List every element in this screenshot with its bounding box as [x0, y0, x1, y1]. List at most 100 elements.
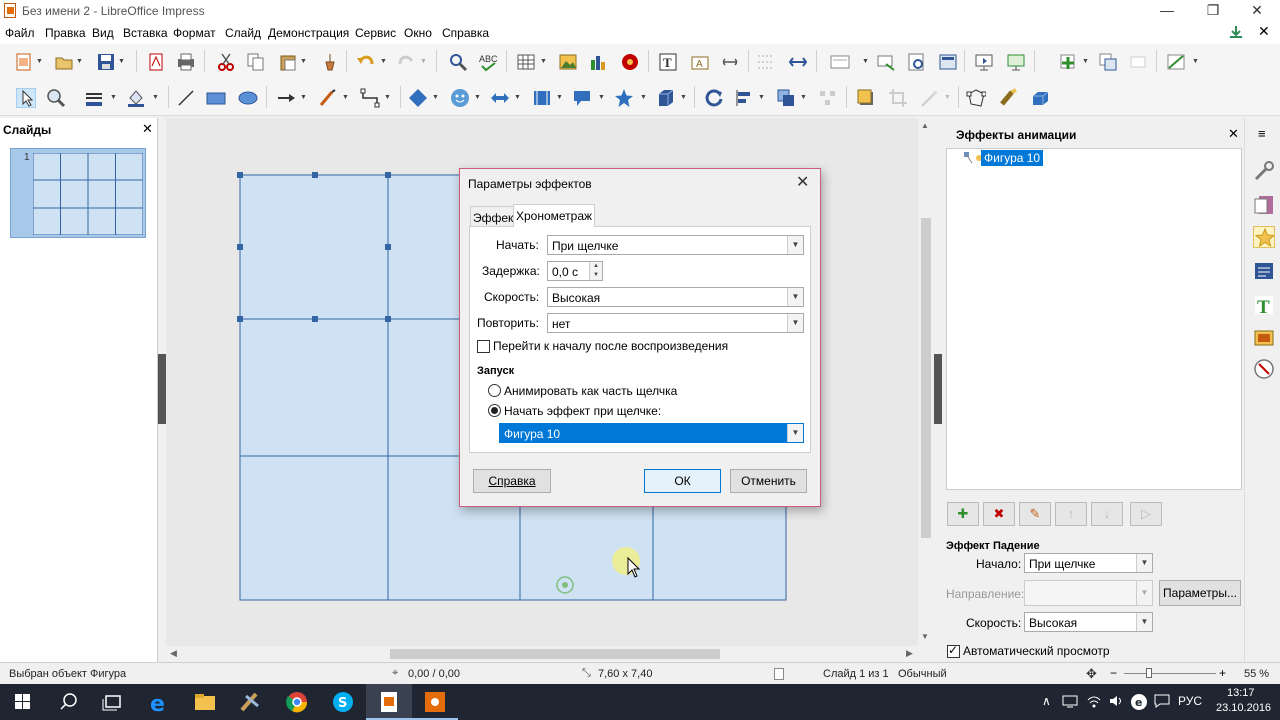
start-select[interactable]: При щелчке ▼	[1024, 553, 1153, 573]
search-icon[interactable]	[46, 684, 92, 720]
basic-shapes-icon[interactable]	[408, 88, 428, 108]
recorder-app-task[interactable]	[412, 684, 458, 720]
scroll-down-icon[interactable]: ▼	[921, 632, 929, 641]
find-replace-icon[interactable]	[448, 52, 468, 72]
gallery-deck-icon[interactable]	[1253, 326, 1275, 348]
input-language[interactable]: РУС	[1178, 694, 1202, 708]
menu-tools[interactable]: Сервис	[355, 26, 396, 40]
help-button[interactable]: Справка	[473, 469, 551, 493]
table-dropdown-icon[interactable]: ▼	[540, 52, 548, 72]
edit-effect-button[interactable]: ✎	[1019, 502, 1051, 526]
shadow-icon[interactable]	[856, 88, 876, 108]
3d-objects-dropdown-icon[interactable]: ▼	[680, 88, 688, 108]
animate-as-part-of-click-radio[interactable]	[488, 384, 501, 397]
status-zoom[interactable]: 55 %	[1244, 668, 1269, 680]
align-icon[interactable]	[734, 88, 754, 108]
vertical-scroll-thumb[interactable]	[921, 218, 931, 538]
close-document-icon[interactable]: ✕	[1258, 23, 1270, 40]
menu-insert[interactable]: Вставка	[123, 26, 168, 40]
menu-slideshow[interactable]: Демонстрация	[268, 26, 349, 40]
line-color-dropdown-icon[interactable]: ▼	[110, 88, 118, 108]
save-dropdown-icon[interactable]: ▼	[118, 52, 126, 72]
stars-icon[interactable]	[614, 88, 634, 108]
tab-timing[interactable]: Хронометраж	[513, 204, 596, 227]
vertical-scrollbar[interactable]: ▲ ▼	[918, 118, 934, 646]
slide-properties-icon[interactable]	[906, 52, 926, 72]
speed-select[interactable]: Высокая ▼	[1024, 612, 1153, 632]
effect-entry-shape[interactable]: Фигура 10	[981, 150, 1044, 166]
paste-dropdown-icon[interactable]: ▼	[300, 52, 308, 72]
document-modified-icon[interactable]	[774, 668, 784, 680]
slides-pane-collapse-handle[interactable]	[158, 354, 166, 424]
cancel-button[interactable]: Отменить	[730, 469, 807, 493]
app-tool-icon[interactable]	[228, 684, 274, 720]
clone-formatting-icon[interactable]	[320, 52, 340, 72]
fontwork-icon[interactable]: A	[690, 52, 710, 72]
scroll-left-icon[interactable]: ◀	[170, 648, 177, 659]
clock-date[interactable]: 23.10.2016	[1216, 702, 1271, 714]
open-folder-icon[interactable]	[54, 52, 74, 72]
dialog-close-button[interactable]: ✕	[796, 172, 809, 192]
stars-dropdown-icon[interactable]: ▼	[640, 88, 648, 108]
horizontal-scroll-thumb[interactable]	[390, 649, 720, 659]
zoom-icon[interactable]	[46, 88, 66, 108]
menu-format[interactable]: Формат	[173, 26, 216, 40]
file-explorer-icon[interactable]	[182, 684, 228, 720]
chart-icon[interactable]	[588, 52, 608, 72]
toggle-extrusion-icon[interactable]	[1030, 88, 1050, 108]
scroll-up-icon[interactable]: ▲	[921, 121, 929, 130]
fit-slide-icon[interactable]: ✥	[1086, 666, 1097, 682]
lines-arrows-dropdown-icon[interactable]: ▼	[300, 88, 308, 108]
views-dropdown-icon[interactable]: ▼	[862, 52, 870, 72]
symbol-shapes-dropdown-icon[interactable]: ▼	[474, 88, 482, 108]
ok-button[interactable]: ОК	[644, 469, 721, 493]
display-grid-icon[interactable]	[1166, 52, 1186, 72]
menu-file[interactable]: Файл	[5, 26, 35, 40]
basic-shapes-dropdown-icon[interactable]: ▼	[432, 88, 440, 108]
lines-arrows-icon[interactable]	[276, 88, 296, 108]
wifi-icon[interactable]	[1086, 694, 1102, 708]
start-show-icon[interactable]	[974, 52, 994, 72]
line-color-icon[interactable]	[84, 88, 104, 108]
text-box-icon[interactable]: T	[658, 52, 678, 72]
scroll-right-icon[interactable]: ▶	[906, 648, 913, 659]
speed-select[interactable]: Высокая ▼	[547, 287, 804, 307]
display-views-icon[interactable]	[830, 52, 850, 72]
callouts-dropdown-icon[interactable]: ▼	[598, 88, 606, 108]
arrange-icon[interactable]	[776, 88, 796, 108]
sidebar-menu-button[interactable]: ≡	[1258, 126, 1266, 141]
flowchart-dropdown-icon[interactable]: ▼	[556, 88, 564, 108]
curve-dropdown-icon[interactable]: ▼	[342, 88, 350, 108]
align-dropdown-icon[interactable]: ▼	[758, 88, 766, 108]
glue-points-icon[interactable]	[998, 88, 1018, 108]
remove-effect-button[interactable]: ✖	[983, 502, 1015, 526]
undo-icon[interactable]	[356, 52, 376, 72]
start-from-current-icon[interactable]	[1006, 52, 1026, 72]
repeat-select[interactable]: нет ▼	[547, 313, 804, 333]
image-icon[interactable]	[558, 52, 578, 72]
maximize-button[interactable]: ❐	[1190, 0, 1236, 22]
close-window-button[interactable]: ✕	[1234, 0, 1280, 22]
spelling-icon[interactable]: ABC	[478, 52, 498, 72]
sidebar-collapse-handle[interactable]	[934, 354, 942, 424]
connector-tool-icon[interactable]	[360, 88, 380, 108]
libreoffice-impress-task[interactable]	[366, 684, 412, 720]
rotate-icon[interactable]	[704, 88, 724, 108]
block-arrows-dropdown-icon[interactable]: ▼	[514, 88, 522, 108]
chat-tray-icon[interactable]	[1154, 694, 1170, 708]
network-icon[interactable]	[1062, 694, 1078, 708]
table-icon[interactable]	[516, 52, 536, 72]
master-slide-icon[interactable]	[876, 52, 896, 72]
print-icon[interactable]	[176, 52, 196, 72]
menu-view[interactable]: Вид	[92, 26, 114, 40]
block-arrows-icon[interactable]	[490, 88, 510, 108]
export-pdf-icon[interactable]	[146, 52, 166, 72]
curve-tool-icon[interactable]	[318, 88, 338, 108]
slide-layout-icon[interactable]	[938, 52, 958, 72]
symbol-shapes-icon[interactable]	[450, 88, 470, 108]
volume-icon[interactable]	[1108, 694, 1124, 708]
hyperlink-icon[interactable]	[720, 52, 740, 72]
flowchart-icon[interactable]	[532, 88, 552, 108]
open-dropdown-icon[interactable]: ▼	[76, 52, 84, 72]
navigator-deck-icon[interactable]	[1253, 358, 1275, 380]
